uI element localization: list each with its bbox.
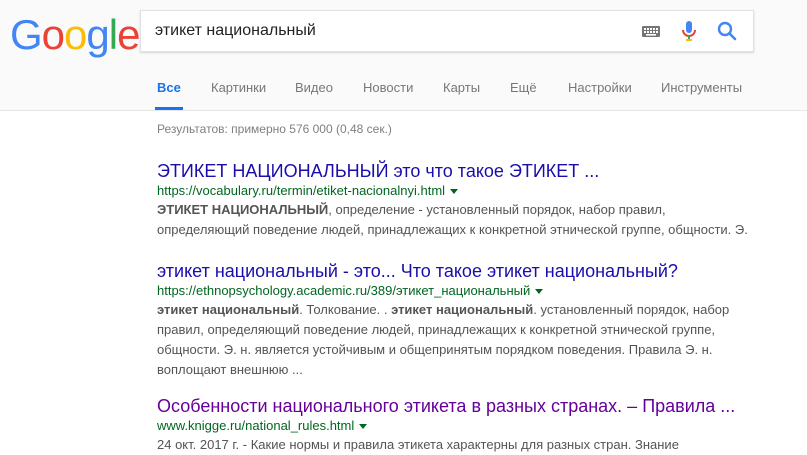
microphone-icon[interactable] bbox=[677, 19, 701, 43]
result-url-text[interactable]: https://ethnopsychology.academic.ru/389/… bbox=[157, 283, 530, 298]
result-title-link[interactable]: Особенности национального этикета в разн… bbox=[157, 395, 757, 417]
tab-maps[interactable]: Карты bbox=[443, 72, 480, 110]
logo-letter: o bbox=[64, 11, 87, 58]
result-snippet: 24 окт. 2017 г. - Какие нормы и правила … bbox=[157, 435, 757, 455]
snippet-text: правил, определяющий поведение людей, пр… bbox=[157, 322, 716, 337]
logo-letter: g bbox=[86, 11, 109, 58]
search-result: Особенности национального этикета в разн… bbox=[157, 395, 757, 455]
url-menu-caret-icon[interactable] bbox=[359, 424, 368, 430]
snippet-line: правил, определяющий поведение людей, пр… bbox=[157, 320, 757, 340]
result-snippet: этикет национальный. Толкование. . этике… bbox=[157, 300, 757, 380]
result-url: https://vocabulary.ru/termin/etiket-naci… bbox=[157, 182, 757, 200]
snippet-highlight: ЭТИКЕТ НАЦИОНАЛЬНЫЙ bbox=[157, 202, 329, 217]
result-title-link[interactable]: ЭТИКЕТ НАЦИОНАЛЬНЫЙ это что такое ЭТИКЕТ… bbox=[157, 160, 757, 182]
logo-letter: l bbox=[108, 11, 118, 58]
result-url-text[interactable]: https://vocabulary.ru/termin/etiket-naci… bbox=[157, 183, 445, 198]
tab-all[interactable]: Все bbox=[155, 72, 183, 110]
url-menu-caret-icon[interactable] bbox=[450, 189, 459, 195]
logo-letter: G bbox=[10, 11, 43, 58]
tab-tools[interactable]: Инструменты bbox=[661, 72, 742, 110]
snippet-line: определяющий поведение людей, принадлежа… bbox=[157, 220, 757, 240]
google-logo[interactable]: Google bbox=[10, 10, 140, 60]
snippet-highlight: этикет национальный bbox=[391, 302, 534, 317]
snippet-line: общности. Э. н. является устойчивым и об… bbox=[157, 340, 757, 360]
logo-letter: o bbox=[41, 11, 65, 58]
result-snippet: ЭТИКЕТ НАЦИОНАЛЬНЫЙ, определение - устан… bbox=[157, 200, 757, 240]
snippet-text: . установленный порядок, набор bbox=[533, 302, 730, 317]
snippet-text: . Толкование. . bbox=[299, 302, 392, 317]
result-stats: Результатов: примерно 576 000 (0,48 сек.… bbox=[157, 122, 392, 136]
snippet-line: этикет национальный. Толкование. . этике… bbox=[157, 300, 757, 320]
tab-images[interactable]: Картинки bbox=[211, 72, 266, 110]
search-input[interactable] bbox=[155, 11, 615, 51]
search-result: ЭТИКЕТ НАЦИОНАЛЬНЫЙ это что такое ЭТИКЕТ… bbox=[157, 160, 757, 240]
logo-letter: e bbox=[117, 11, 140, 58]
snippet-text: общности. Э. н. является устойчивым и об… bbox=[157, 342, 713, 357]
search-box[interactable] bbox=[140, 10, 754, 52]
result-url: https://ethnopsychology.academic.ru/389/… bbox=[157, 282, 757, 300]
tab-news[interactable]: Новости bbox=[363, 72, 413, 110]
snippet-text: 24 окт. 2017 г. - Какие нормы и правила … bbox=[157, 437, 679, 452]
search-icon[interactable] bbox=[715, 19, 739, 43]
snippet-highlight: этикет национальный bbox=[157, 302, 300, 317]
result-url: www.knigge.ru/national_rules.html bbox=[157, 417, 757, 435]
snippet-text: , определение - установленный порядок, н… bbox=[328, 202, 666, 217]
search-result: этикет национальный - это... Что такое э… bbox=[157, 260, 757, 380]
tab-settings[interactable]: Настройки bbox=[568, 72, 632, 110]
snippet-line: 24 окт. 2017 г. - Какие нормы и правила … bbox=[157, 435, 757, 455]
result-url-text[interactable]: www.knigge.ru/national_rules.html bbox=[157, 418, 354, 433]
snippet-text: определяющий поведение людей, принадлежа… bbox=[157, 222, 748, 237]
keyboard-icon[interactable] bbox=[639, 19, 663, 43]
header-bar: Google этикет национальный Все Картинки … bbox=[0, 0, 807, 111]
result-title-link[interactable]: этикет национальный - это... Что такое э… bbox=[157, 260, 757, 282]
snippet-text: воплощают внешнюю ... bbox=[157, 362, 303, 377]
tab-more[interactable]: Ещё bbox=[510, 72, 537, 110]
tab-video[interactable]: Видео bbox=[295, 72, 333, 110]
snippet-line: ЭТИКЕТ НАЦИОНАЛЬНЫЙ, определение - устан… bbox=[157, 200, 757, 220]
url-menu-caret-icon[interactable] bbox=[535, 289, 544, 295]
snippet-line: воплощают внешнюю ... bbox=[157, 360, 757, 380]
search-tabs: Все Картинки Видео Новости Карты Ещё Нас… bbox=[0, 72, 807, 110]
